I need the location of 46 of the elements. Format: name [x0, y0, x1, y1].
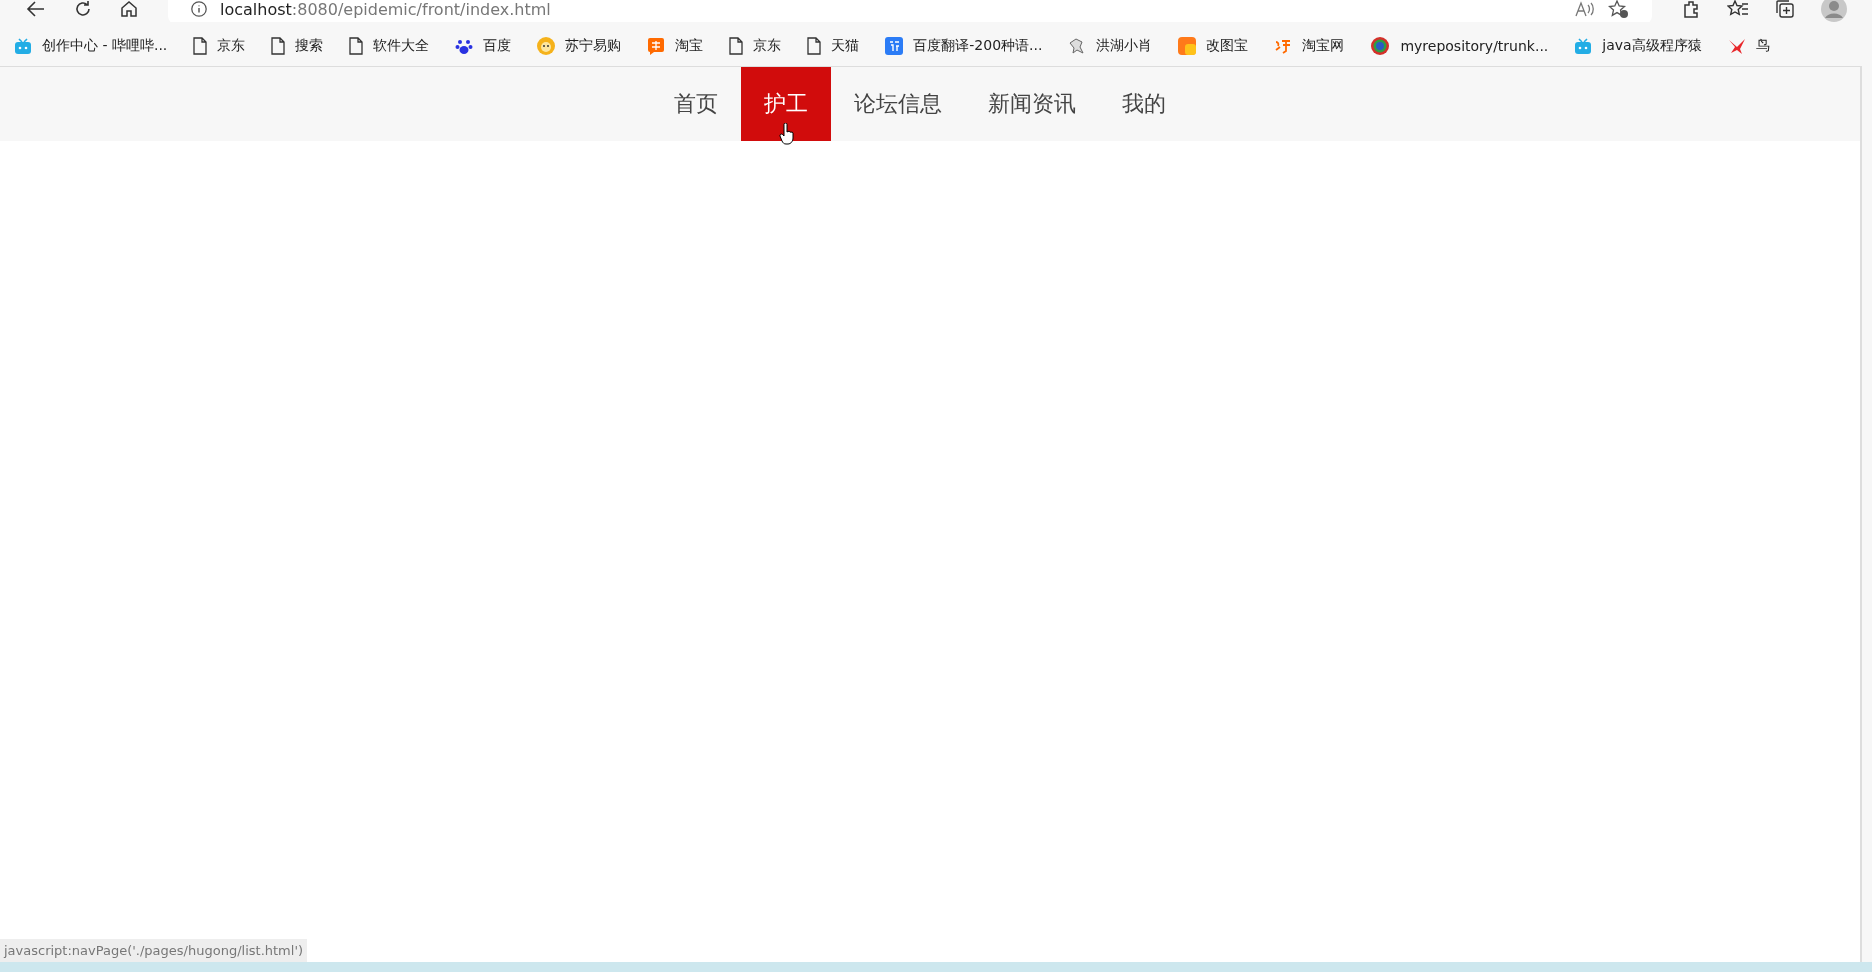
bookmark-item[interactable]: 天猫	[807, 37, 860, 55]
speech-bubble-icon	[647, 37, 666, 55]
bookmark-item[interactable]: 软件大全	[349, 37, 430, 55]
bookmark-item[interactable]: 百度翻译-200种语...	[885, 37, 1043, 55]
bookmark-item[interactable]: 淘宝网	[1274, 37, 1345, 55]
refresh-icon[interactable]	[73, 0, 93, 19]
bookmark-item[interactable]: 改图宝	[1178, 37, 1249, 55]
nav-item[interactable]: 论坛信息	[831, 67, 965, 141]
status-url: javascript:navPage('./pages/hugong/list.html')	[0, 939, 308, 962]
nav-item[interactable]: 新闻资讯	[965, 67, 1099, 141]
collections-icon[interactable]	[1775, 0, 1795, 19]
bookmark-item[interactable]: 洪湖小肖	[1068, 37, 1153, 55]
page-icon	[271, 37, 286, 55]
paw-icon	[455, 37, 474, 55]
address-field[interactable]: localhost:8080/epidemic/front/index.html	[168, 0, 1652, 22]
bookmark-item[interactable]: 百度	[455, 37, 512, 55]
back-icon[interactable]	[25, 0, 47, 19]
nav-item[interactable]: 我的	[1099, 67, 1189, 141]
page-icon	[729, 37, 744, 55]
ring-icon	[1370, 36, 1391, 56]
profile-avatar-icon[interactable]	[1821, 0, 1847, 22]
page-icon	[193, 37, 208, 55]
bookmark-item[interactable]: 搜索	[271, 37, 324, 55]
home-icon[interactable]	[119, 0, 139, 19]
page-icon	[349, 37, 364, 55]
bookmark-item[interactable]: 京东	[193, 37, 246, 55]
favorite-add-icon[interactable]	[1608, 0, 1630, 19]
info-icon[interactable]	[190, 0, 208, 18]
page-icon	[807, 37, 822, 55]
tv-icon	[14, 37, 32, 55]
extensions-icon[interactable]	[1681, 0, 1701, 19]
nav-item[interactable]: 首页	[651, 67, 741, 141]
bookmark-item[interactable]: 苏宁易购	[537, 37, 622, 55]
read-aloud-icon[interactable]	[1574, 0, 1596, 19]
nav-item[interactable]: 护工	[741, 67, 831, 141]
bookmark-item[interactable]: 创作中心 - 哔哩哔...	[14, 37, 168, 55]
bookmark-item[interactable]: java高级程序猿	[1574, 37, 1702, 55]
bookmark-item[interactable]: myrepository/trunk...	[1370, 36, 1549, 56]
square-icon	[1178, 37, 1197, 55]
tv-icon	[1574, 37, 1593, 55]
bookmark-item[interactable]: 京东	[729, 37, 782, 55]
bookmark-item[interactable]: 鸟	[1727, 37, 1770, 55]
lion-face-icon	[537, 37, 556, 55]
bookmark-item[interactable]: 淘宝	[647, 37, 704, 55]
hand-cursor-icon	[779, 123, 795, 145]
translate-icon	[885, 37, 904, 55]
